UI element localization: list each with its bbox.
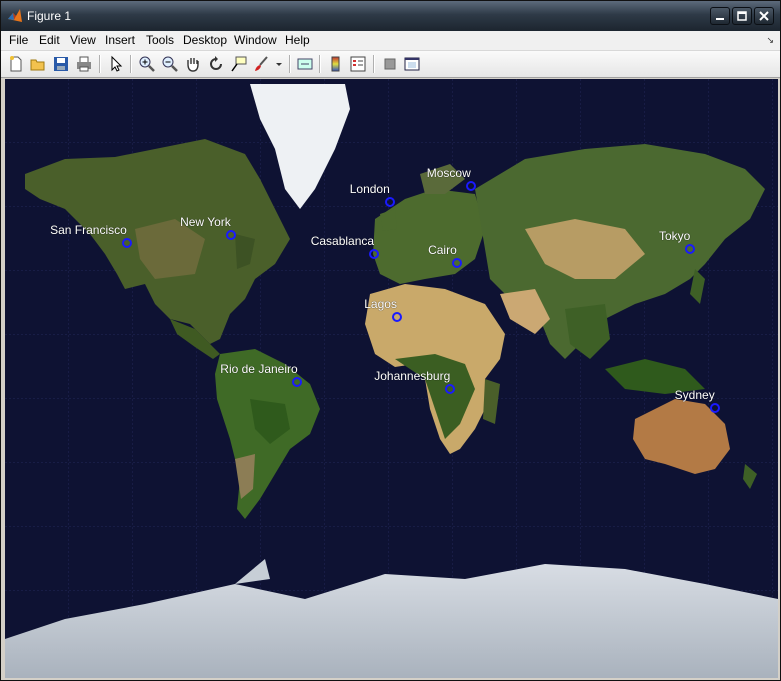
dock-arrow-icon[interactable]: ↘ (766, 35, 774, 46)
figure-toolbar (1, 51, 780, 78)
menu-window[interactable]: Window (234, 33, 277, 47)
city-marker[interactable] (709, 403, 720, 414)
city-label: Sydney (674, 388, 715, 403)
menu-file[interactable]: File (9, 33, 28, 47)
city-marker[interactable] (292, 376, 303, 387)
print-icon[interactable] (75, 55, 93, 73)
menu-view[interactable]: View (70, 33, 96, 47)
world-map-axes[interactable]: San Francisco New York London Moscow Casabla… (5, 79, 778, 678)
menu-bar: File Edit View Insert Tools Desktop Wind… (1, 31, 780, 51)
city-marker[interactable] (465, 181, 476, 192)
menu-desktop[interactable]: Desktop (183, 33, 227, 47)
toolbar-separator (319, 55, 321, 73)
close-icon (759, 11, 769, 21)
minimize-button[interactable] (710, 7, 730, 25)
maximize-icon (737, 11, 747, 21)
show-plot-tools-icon[interactable] (403, 55, 421, 73)
city-label: Moscow (426, 166, 471, 181)
city-label: San Francisco (50, 223, 127, 238)
window-title: Figure 1 (27, 9, 72, 23)
menu-help[interactable]: Help (285, 33, 310, 47)
edit-plot-arrow-icon[interactable] (107, 55, 125, 73)
link-plot-icon[interactable] (296, 55, 314, 73)
title-bar[interactable]: Figure 1 (1, 1, 780, 31)
city-label: Lagos (364, 296, 397, 311)
new-figure-icon[interactable] (7, 55, 25, 73)
close-button[interactable] (754, 7, 774, 25)
open-file-icon[interactable] (29, 55, 47, 73)
city-marker[interactable] (384, 196, 395, 207)
toolbar-separator (373, 55, 375, 73)
city-label: Tokyo (658, 228, 691, 243)
city-marker[interactable] (684, 243, 695, 254)
city-label: Casablanca (310, 234, 375, 249)
zoom-in-icon[interactable] (138, 55, 156, 73)
brush-icon[interactable] (253, 55, 271, 73)
matlab-icon (8, 9, 22, 22)
menu-insert[interactable]: Insert (105, 33, 135, 47)
city-label: Rio de Janeiro (220, 361, 298, 376)
zoom-out-icon[interactable] (161, 55, 179, 73)
menu-edit[interactable]: Edit (39, 33, 60, 47)
data-cursor-icon[interactable] (230, 55, 248, 73)
city-label: London (349, 181, 390, 196)
city-label: New York (180, 215, 231, 230)
toolbar-separator (289, 55, 291, 73)
insert-colorbar-icon[interactable] (327, 55, 345, 73)
minimize-icon (716, 18, 724, 20)
hide-plot-tools-icon[interactable] (381, 55, 399, 73)
save-icon[interactable] (52, 55, 70, 73)
brush-dropdown-icon[interactable] (274, 55, 284, 73)
figure-window: Figure 1 File Edit View Insert Tools Des… (0, 0, 781, 681)
menu-tools[interactable]: Tools (146, 33, 174, 47)
toolbar-separator (99, 55, 101, 73)
toolbar-separator (130, 55, 132, 73)
city-label: Cairo (428, 243, 457, 258)
maximize-button[interactable] (732, 7, 752, 25)
insert-legend-icon[interactable] (349, 55, 367, 73)
pan-hand-icon[interactable] (184, 55, 202, 73)
rotate-3d-icon[interactable] (207, 55, 225, 73)
city-label: Johannesburg (374, 369, 451, 384)
